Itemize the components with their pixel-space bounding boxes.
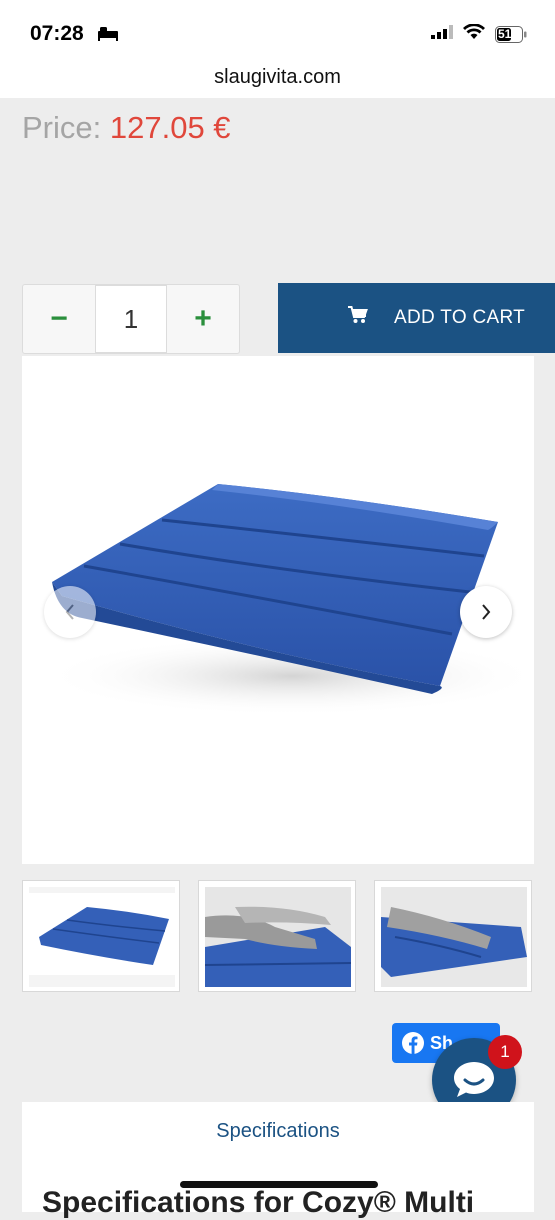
add-to-cart-button[interactable]: ADD TO CART — [278, 283, 555, 353]
status-time: 07:28 — [30, 22, 84, 45]
status-bar: 07:28 51 — [0, 0, 555, 62]
specifications-section: Specifications Specifications for Cozy® … — [22, 1102, 534, 1219]
address-bar[interactable]: slaugivita.com — [0, 62, 555, 98]
gallery-next-button[interactable] — [460, 586, 512, 638]
chevron-left-icon — [65, 604, 74, 620]
cellular-signal-icon — [431, 25, 453, 44]
tab-specifications[interactable]: Specifications — [22, 1120, 534, 1143]
battery-level: 51 — [498, 27, 512, 41]
wifi-icon — [463, 23, 485, 45]
url-text: slaugivita.com — [214, 66, 341, 88]
home-indicator[interactable] — [180, 1181, 378, 1188]
thumbnail-1[interactable] — [22, 880, 180, 992]
price-label: Price: — [22, 110, 102, 145]
thumbnail-legs-on-cushion-image — [205, 887, 351, 987]
gallery-prev-button[interactable] — [44, 586, 96, 638]
thumbnail-strip — [22, 880, 534, 992]
shopping-cart-icon — [348, 306, 368, 330]
thumbnail-legs-wrapped-image — [381, 887, 527, 987]
chevron-right-icon — [482, 604, 491, 620]
add-to-cart-label: ADD TO CART — [394, 307, 526, 328]
specifications-heading: Specifications for Cozy® Multi — [42, 1186, 475, 1219]
status-icons: 51 — [431, 23, 527, 45]
quantity-input[interactable]: 1 — [95, 285, 167, 353]
chat-notification-badge: 1 — [488, 1035, 522, 1069]
quantity-stepper: − 1 + — [22, 284, 240, 354]
sleep-focus-icon — [97, 25, 119, 46]
price-value: 127.05 € — [109, 110, 231, 145]
chat-bubble-icon — [454, 1062, 494, 1097]
decrease-quantity-button[interactable]: − — [23, 285, 95, 353]
thumbnail-cushion-image — [29, 887, 175, 987]
battery-icon: 51 — [495, 26, 527, 43]
increase-quantity-button[interactable]: + — [167, 285, 239, 353]
thumbnail-3[interactable] — [374, 880, 532, 992]
facebook-icon — [402, 1032, 424, 1054]
product-image-gallery — [22, 356, 534, 864]
product-price: Price: 127.05 € — [22, 110, 231, 146]
thumbnail-2[interactable] — [198, 880, 356, 992]
product-image-cushion — [42, 484, 534, 716]
